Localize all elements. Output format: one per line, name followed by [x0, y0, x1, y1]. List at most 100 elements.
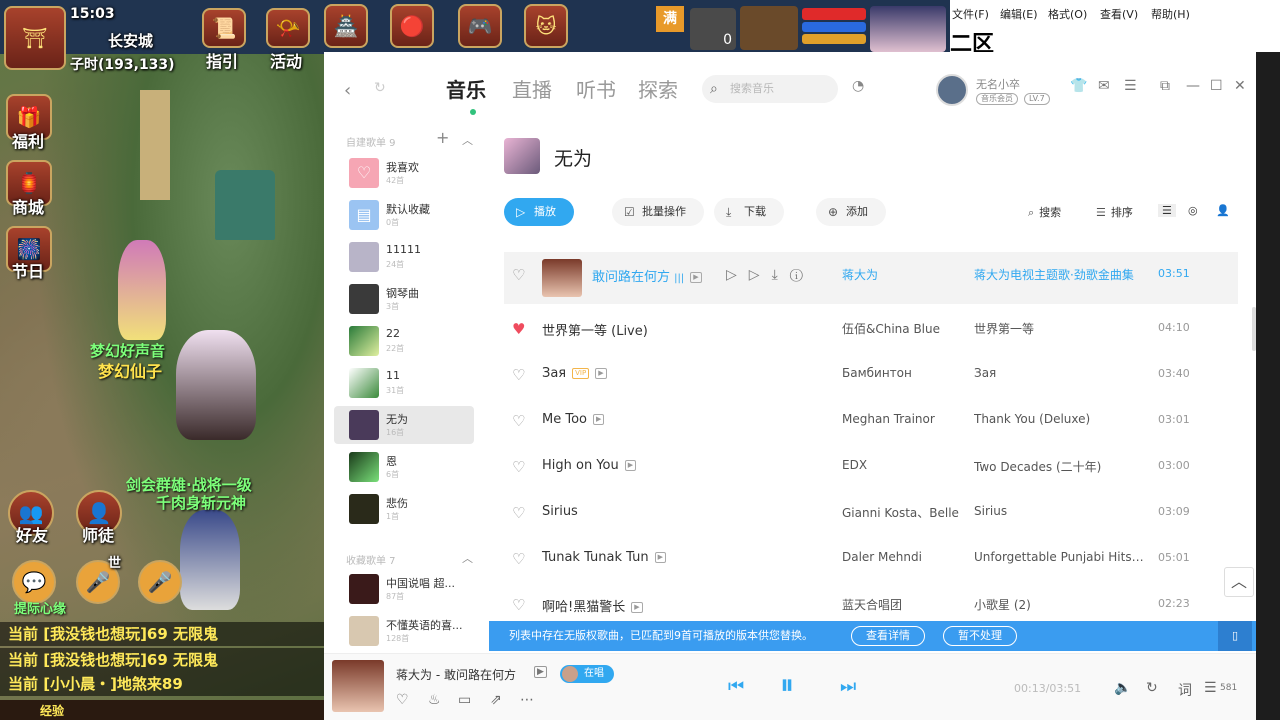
pause-icon[interactable]: ⏸: [780, 668, 794, 702]
volume-icon[interactable]: 🔈: [1114, 680, 1131, 696]
table-row[interactable]: ♡ Sirius Gianni Kosta、Belle Sirius 03:09: [504, 490, 1238, 536]
mv-icon[interactable]: ▶: [690, 272, 702, 283]
playlist-item[interactable]: 恩 6首: [334, 448, 474, 486]
info-icon[interactable]: ⓘ: [790, 267, 815, 283]
guide-icon[interactable]: 📜: [202, 8, 246, 48]
loop-icon[interactable]: ↻: [1146, 680, 1158, 696]
song-album[interactable]: Thank You (Deluxe): [974, 412, 1146, 426]
mv-icon[interactable]: ▶: [631, 602, 643, 613]
playlist-item[interactable]: 22 22首: [334, 322, 474, 360]
menu-help[interactable]: 帮助(H): [1151, 6, 1190, 22]
maximize-icon[interactable]: ☐: [1210, 78, 1223, 94]
lyrics-button[interactable]: 词: [1178, 680, 1192, 700]
now-playing-cover[interactable]: [332, 660, 384, 712]
mv-icon[interactable]: ▶: [534, 666, 547, 678]
play-all-button[interactable]: ▷ 播放: [504, 198, 574, 226]
table-row[interactable]: ♥ 世界第一等 (Live) 伍佰&China Blue 世界第一等 04:10: [504, 306, 1238, 352]
comment-icon[interactable]: ▭: [458, 692, 471, 708]
playlist-item[interactable]: 悲伤 1首: [334, 490, 474, 528]
more-icon[interactable]: ⋯: [520, 692, 534, 708]
playlist-item[interactable]: 钢琴曲 3首: [334, 280, 474, 318]
playlist-item[interactable]: 11 31首: [334, 364, 474, 402]
like-icon[interactable]: ♡: [512, 366, 525, 384]
pet-avatar[interactable]: [740, 6, 798, 50]
playlist-queue-icon[interactable]: ☰: [1204, 680, 1217, 696]
collapse-icon[interactable]: ︿: [462, 132, 473, 148]
like-icon[interactable]: ♡: [512, 504, 525, 522]
team-mic-icon[interactable]: 🎤: [138, 560, 182, 604]
gamepad-icon[interactable]: 🎮: [458, 4, 502, 48]
now-playing-title[interactable]: 蒋大为 - 敢问路在何方: [396, 666, 516, 683]
song-artist[interactable]: Gianni Kosta、Belle: [842, 504, 959, 521]
playlist-item[interactable]: ♡ 我喜欢 42首: [334, 154, 474, 192]
minimize-icon[interactable]: —: [1186, 78, 1200, 94]
liked-icon[interactable]: ♥: [512, 320, 525, 338]
view-details-button[interactable]: 查看详情: [851, 626, 925, 646]
pet-slots[interactable]: 0: [690, 8, 736, 50]
song-artist[interactable]: 蓝天合唱团: [842, 596, 902, 613]
song-artist[interactable]: Meghan Trainor: [842, 412, 935, 426]
menu-icon[interactable]: ☰: [1124, 78, 1137, 94]
event-icon-1[interactable]: 🏯: [324, 4, 368, 48]
voice-search-icon[interactable]: ◔: [852, 78, 864, 94]
disc-view-icon[interactable]: ◎: [1188, 204, 1198, 217]
scrollbar[interactable]: [1252, 307, 1256, 351]
mv-icon[interactable]: ▶: [654, 552, 666, 563]
mv-icon[interactable]: ▶: [624, 460, 637, 471]
event-icon-2[interactable]: 🔴: [390, 4, 434, 48]
table-row[interactable]: ♡ 敢问路在何方 ||| ▶ ▷▷⤓ⓘ 蒋大为 蒋大为电视主题歌·劲歌金曲集 03…: [504, 252, 1238, 304]
tab-explore[interactable]: 探索: [638, 74, 678, 103]
mini-mode-icon[interactable]: ⧉: [1160, 78, 1170, 94]
like-icon[interactable]: ♡: [512, 458, 525, 476]
download-button[interactable]: ⤓ 下载: [714, 198, 784, 226]
collapse-icon[interactable]: ︿: [462, 550, 473, 566]
table-row[interactable]: ♡ Tunak Tunak Tun ▶ Daler Mehndi Unforget…: [504, 536, 1238, 582]
song-album[interactable]: Зая: [974, 366, 1146, 380]
menu-format[interactable]: 格式(O): [1048, 6, 1087, 22]
scroll-to-top-button[interactable]: ︿: [1224, 567, 1254, 597]
character-female[interactable]: [118, 240, 166, 340]
tab-audiobook[interactable]: 听书: [576, 74, 616, 103]
share-like-icon[interactable]: ♨: [428, 692, 441, 708]
song-artist[interactable]: 蒋大为: [842, 266, 878, 283]
like-icon[interactable]: ♡: [512, 550, 525, 568]
add-to-icon[interactable]: ▷: [749, 267, 772, 283]
like-icon[interactable]: ♡: [512, 266, 525, 284]
live-singing-badge[interactable]: 在唱: [560, 665, 614, 683]
table-row[interactable]: ♡ Зая VIP ▶ Бамбинтон Зая 03:40: [504, 352, 1238, 398]
mv-icon[interactable]: ▶: [593, 414, 605, 425]
like-icon[interactable]: ♡: [512, 596, 525, 614]
song-album[interactable]: Unforgettable Punjabi Hits Of...: [974, 550, 1146, 564]
table-row[interactable]: ♡ High on You ▶ EDX Two Decades (二十年) 03:…: [504, 444, 1238, 490]
song-album[interactable]: Sirius: [974, 504, 1146, 518]
playlist-item[interactable]: ▤ 默认收藏 0首: [334, 196, 474, 234]
song-album[interactable]: 蒋大为电视主题歌·劲歌金曲集: [974, 266, 1146, 283]
list-view-icon[interactable]: ☰: [1158, 204, 1176, 217]
playlist-item[interactable]: 11111 24首: [334, 238, 474, 276]
search-input[interactable]: ⌕ 搜索音乐: [702, 75, 838, 103]
playlist-item[interactable]: 中国说唱 超... 87首: [334, 570, 474, 608]
song-artist[interactable]: EDX: [842, 458, 867, 472]
like-icon[interactable]: ♡: [396, 692, 409, 708]
hero-portrait[interactable]: [870, 6, 946, 52]
next-track-icon[interactable]: ⏭: [840, 676, 856, 697]
mascot-icon[interactable]: 🐱: [524, 4, 568, 48]
city-avatar-icon[interactable]: ⛩: [4, 6, 66, 70]
add-playlist-icon[interactable]: +: [436, 128, 449, 147]
phone-icon[interactable]: ▯: [1218, 621, 1252, 651]
share-icon[interactable]: ⇗: [490, 692, 502, 708]
download-icon[interactable]: ⤓: [772, 267, 790, 283]
menu-file[interactable]: 文件(F): [952, 6, 989, 22]
avatar[interactable]: [936, 74, 968, 106]
menu-view[interactable]: 查看(V): [1100, 6, 1138, 22]
character-mount[interactable]: [176, 330, 256, 440]
mail-icon[interactable]: ✉: [1098, 78, 1110, 94]
song-artist[interactable]: Бамбинтон: [842, 366, 912, 380]
sort-button[interactable]: ☰ 排序: [1096, 204, 1133, 220]
batch-button[interactable]: ☑ 批量操作: [612, 198, 704, 226]
tab-live[interactable]: 直播: [512, 74, 552, 103]
song-album[interactable]: 世界第一等: [974, 320, 1146, 337]
menu-edit[interactable]: 编辑(E): [1000, 6, 1038, 22]
horn-icon[interactable]: 📯: [266, 8, 310, 48]
list-search-button[interactable]: ⌕ 搜索: [1028, 204, 1061, 220]
